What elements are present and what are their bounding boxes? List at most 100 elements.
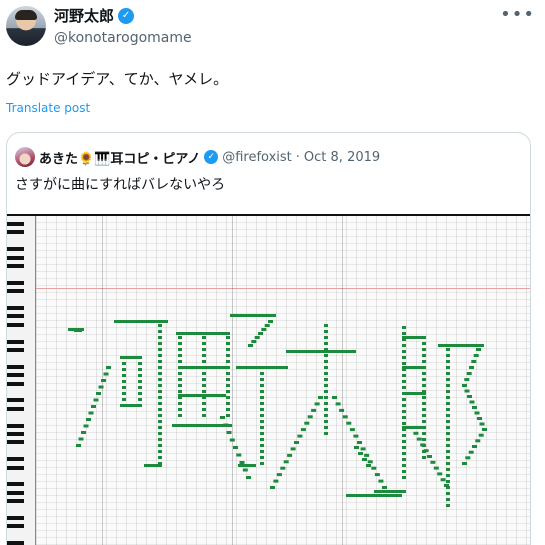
note-block <box>300 428 306 432</box>
note-block <box>422 336 426 339</box>
note-block <box>402 380 406 383</box>
note-block <box>446 486 450 489</box>
note-block <box>158 414 162 417</box>
note-block <box>158 426 162 429</box>
note-block <box>260 384 264 387</box>
note-block <box>479 422 485 426</box>
note-block <box>276 473 282 477</box>
note-block <box>324 330 328 333</box>
note-block <box>254 336 260 339</box>
note-block <box>248 344 253 347</box>
note-block <box>324 426 328 429</box>
quoted-post[interactable]: あきた🌻🎹耳コピ・ピアノ ✓ @firefoxist · Oct 8, 2019… <box>6 132 531 545</box>
note-block <box>202 354 206 357</box>
note-block <box>236 366 288 369</box>
note-block <box>260 444 264 447</box>
note-block <box>462 462 467 465</box>
note-block <box>260 462 264 465</box>
author-display-name[interactable]: 河野太郎 <box>54 6 114 26</box>
quoted-author-handle: @firefoxist <box>222 149 292 165</box>
note-block <box>422 402 426 405</box>
note-block <box>101 379 106 382</box>
note-block <box>178 384 182 387</box>
note-block <box>91 405 96 408</box>
note-block <box>324 402 328 405</box>
note-block <box>138 356 142 359</box>
note-block <box>260 396 264 399</box>
note-block <box>472 406 477 409</box>
note-block <box>324 354 328 357</box>
verified-badge-icon: ✓ <box>204 150 219 164</box>
note-block <box>178 348 182 351</box>
note-block <box>482 428 487 431</box>
note-block <box>471 360 477 363</box>
note-block <box>324 372 328 375</box>
note-block <box>158 456 162 459</box>
note-block <box>468 450 474 454</box>
note-block <box>260 378 264 381</box>
note-pattern <box>68 314 487 507</box>
note-block <box>202 348 206 351</box>
note-block <box>280 466 286 470</box>
note-block <box>422 384 426 387</box>
note-block <box>158 366 162 369</box>
note-block <box>202 372 206 375</box>
note-block <box>422 432 426 435</box>
note-block <box>178 378 182 381</box>
separator-dot: · <box>295 149 300 165</box>
note-block <box>202 360 206 363</box>
note-block <box>93 398 99 402</box>
note-block <box>251 340 257 343</box>
note-block <box>430 460 436 464</box>
note-block <box>178 414 182 417</box>
note-block <box>226 342 230 345</box>
note-block <box>446 348 450 351</box>
note-block <box>178 360 182 363</box>
note-block <box>422 360 426 363</box>
note-block <box>260 402 264 405</box>
more-icon[interactable]: ••• <box>500 6 535 24</box>
translate-post-link[interactable]: Translate post <box>6 100 90 116</box>
note-block <box>446 420 450 423</box>
note-block <box>371 466 377 470</box>
note-block <box>422 348 426 351</box>
note-block <box>446 414 450 417</box>
note-block <box>86 418 91 421</box>
note-block <box>178 354 182 357</box>
note-block <box>402 476 406 479</box>
note-block <box>138 374 142 377</box>
note-block <box>446 450 450 453</box>
note-block <box>357 441 362 444</box>
note-block <box>138 380 142 383</box>
note-block <box>446 468 450 471</box>
note-block <box>427 455 432 458</box>
note-block <box>378 479 384 483</box>
note-block <box>78 437 84 441</box>
author-avatar[interactable] <box>6 6 46 46</box>
note-block <box>106 366 111 369</box>
note-block <box>324 420 328 423</box>
note-block <box>466 372 472 375</box>
note-block <box>178 390 182 393</box>
note-block <box>473 354 479 357</box>
note-block <box>158 444 162 447</box>
note-block <box>178 402 182 405</box>
note-block <box>178 336 182 339</box>
note-block <box>202 378 206 381</box>
note-block <box>324 324 328 327</box>
note-block <box>446 474 450 477</box>
author-handle[interactable]: @konotarogomame <box>54 29 192 47</box>
note-block <box>158 390 162 393</box>
note-block <box>446 438 450 441</box>
note-block <box>242 468 248 472</box>
note-block <box>158 336 162 339</box>
quoted-post-text: さすがに曲にすればバレないやろ <box>15 177 226 193</box>
note-block <box>402 464 406 467</box>
note-block <box>349 428 355 432</box>
note-block <box>202 408 206 411</box>
note-block <box>122 362 126 365</box>
note-block <box>402 386 406 389</box>
verified-badge-icon[interactable]: ✓ <box>118 8 135 24</box>
note-block <box>446 504 450 507</box>
note-block <box>158 420 162 423</box>
